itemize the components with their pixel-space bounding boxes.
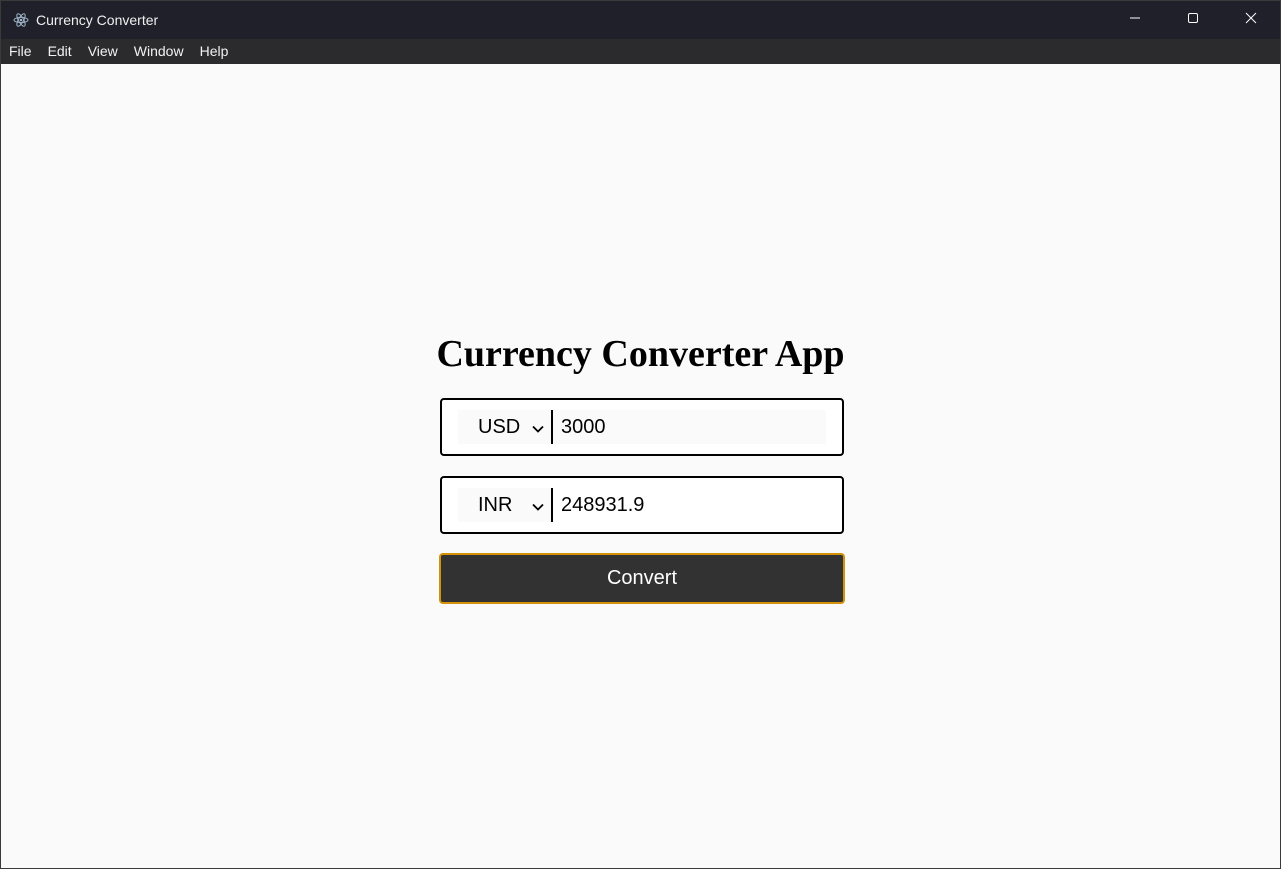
to-currency-select[interactable]: INR xyxy=(458,488,552,522)
close-button[interactable] xyxy=(1222,1,1280,39)
chevron-down-icon xyxy=(531,497,545,511)
close-icon xyxy=(1245,11,1257,29)
menu-window[interactable]: Window xyxy=(126,39,192,64)
title-bar[interactable]: Currency Converter xyxy=(1,1,1280,39)
window-controls xyxy=(1106,1,1280,39)
to-currency-value: INR xyxy=(478,493,513,516)
maximize-button[interactable] xyxy=(1164,1,1222,39)
page-title: Currency Converter App xyxy=(436,333,845,375)
from-currency-row: USD xyxy=(440,398,844,456)
main-content: Currency Converter App USD INR Convert xyxy=(1,64,1280,868)
minimize-icon xyxy=(1129,11,1141,29)
convert-button[interactable]: Convert xyxy=(439,553,845,604)
menu-help[interactable]: Help xyxy=(192,39,237,64)
window-title: Currency Converter xyxy=(36,12,159,28)
menu-file[interactable]: File xyxy=(1,39,40,64)
electron-icon xyxy=(13,12,29,28)
maximize-icon xyxy=(1187,11,1199,29)
app-window: Currency Converter File Edit View Window… xyxy=(0,0,1281,869)
from-amount-input[interactable] xyxy=(553,410,826,444)
to-amount-output[interactable] xyxy=(553,488,826,522)
minimize-button[interactable] xyxy=(1106,1,1164,39)
menu-edit[interactable]: Edit xyxy=(40,39,80,64)
chevron-down-icon xyxy=(531,419,545,433)
from-currency-select[interactable]: USD xyxy=(458,410,552,444)
menu-bar: File Edit View Window Help xyxy=(1,39,1280,64)
menu-view[interactable]: View xyxy=(80,39,126,64)
to-currency-row: INR xyxy=(440,476,844,534)
from-currency-value: USD xyxy=(478,415,521,438)
